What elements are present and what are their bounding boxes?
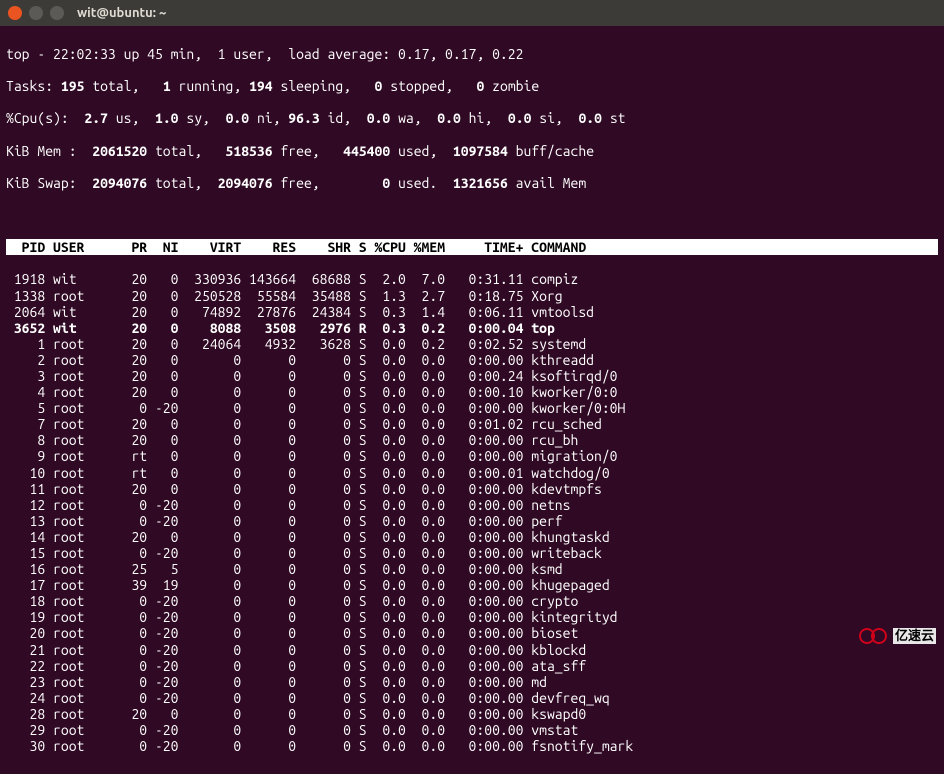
process-row: 10 root rt 0 0 0 0 S 0.0 0.0 0:00.01 wat… xyxy=(6,465,938,481)
process-row: 29 root 0 -20 0 0 0 S 0.0 0.0 0:00.00 vm… xyxy=(6,722,938,738)
process-row: 19 root 0 -20 0 0 0 S 0.0 0.0 0:00.00 ki… xyxy=(6,609,938,625)
process-row: 17 root 39 19 0 0 0 S 0.0 0.0 0:00.00 kh… xyxy=(6,577,938,593)
process-row: 2064 wit 20 0 74892 27876 24384 S 0.3 1.… xyxy=(6,304,938,320)
process-row: 16 root 25 5 0 0 0 S 0.0 0.0 0:00.00 ksm… xyxy=(6,561,938,577)
minimize-icon[interactable] xyxy=(29,6,43,20)
top-summary-swap: KiB Swap: 2094076 total, 2094076 free, 0… xyxy=(6,175,938,191)
process-row: 21 root 0 -20 0 0 0 S 0.0 0.0 0:00.00 kb… xyxy=(6,642,938,658)
top-summary-tasks: Tasks: 195 total, 1 running, 194 sleepin… xyxy=(6,78,938,94)
process-row: 8 root 20 0 0 0 0 S 0.0 0.0 0:00.00 rcu_… xyxy=(6,432,938,448)
blank-line xyxy=(6,207,938,223)
process-row: 2 root 20 0 0 0 0 S 0.0 0.0 0:00.00 kthr… xyxy=(6,352,938,368)
process-row: 24 root 0 -20 0 0 0 S 0.0 0.0 0:00.00 de… xyxy=(6,690,938,706)
process-row: 1 root 20 0 24064 4932 3628 S 0.0 0.2 0:… xyxy=(6,336,938,352)
process-table-header: PID USER PR NI VIRT RES SHR S %CPU %MEM … xyxy=(6,239,938,255)
process-list: 1918 wit 20 0 330936 143664 68688 S 2.0 … xyxy=(6,271,938,754)
process-row: 12 root 0 -20 0 0 0 S 0.0 0.0 0:00.00 ne… xyxy=(6,497,938,513)
process-row: 14 root 20 0 0 0 0 S 0.0 0.0 0:00.00 khu… xyxy=(6,529,938,545)
process-row: 4 root 20 0 0 0 0 S 0.0 0.0 0:00.10 kwor… xyxy=(6,384,938,400)
process-row: 1338 root 20 0 250528 55584 35488 S 1.3 … xyxy=(6,288,938,304)
process-row: 1918 wit 20 0 330936 143664 68688 S 2.0 … xyxy=(6,271,938,287)
window-title-bar: wit@ubuntu: ~ xyxy=(0,0,944,26)
top-summary-mem: KiB Mem : 2061520 total, 518536 free, 44… xyxy=(6,143,938,159)
watermark-text: 亿速云 xyxy=(893,628,936,645)
close-icon[interactable] xyxy=(8,6,22,20)
process-row: 15 root 0 -20 0 0 0 S 0.0 0.0 0:00.00 wr… xyxy=(6,545,938,561)
maximize-icon[interactable] xyxy=(50,6,64,20)
top-summary-uptime: top - 22:02:33 up 45 min, 1 user, load a… xyxy=(6,46,938,62)
top-summary-cpu: %Cpu(s): 2.7 us, 1.0 sy, 0.0 ni, 96.3 id… xyxy=(6,110,938,126)
process-row: 9 root rt 0 0 0 0 S 0.0 0.0 0:00.00 migr… xyxy=(6,448,938,464)
watermark-logo-icon xyxy=(859,626,889,646)
process-row: 5 root 0 -20 0 0 0 S 0.0 0.0 0:00.00 kwo… xyxy=(6,400,938,416)
process-row: 13 root 0 -20 0 0 0 S 0.0 0.0 0:00.00 pe… xyxy=(6,513,938,529)
watermark: 亿速云 xyxy=(859,626,936,646)
process-row: 3652 wit 20 0 8088 3508 2976 R 0.3 0.2 0… xyxy=(6,320,938,336)
process-row: 28 root 20 0 0 0 0 S 0.0 0.0 0:00.00 ksw… xyxy=(6,706,938,722)
process-row: 22 root 0 -20 0 0 0 S 0.0 0.0 0:00.00 at… xyxy=(6,658,938,674)
process-row: 7 root 20 0 0 0 0 S 0.0 0.0 0:01.02 rcu_… xyxy=(6,416,938,432)
terminal-output[interactable]: top - 22:02:33 up 45 min, 1 user, load a… xyxy=(0,26,944,774)
process-row: 23 root 0 -20 0 0 0 S 0.0 0.0 0:00.00 md xyxy=(6,674,938,690)
process-row: 18 root 0 -20 0 0 0 S 0.0 0.0 0:00.00 cr… xyxy=(6,593,938,609)
process-row: 11 root 20 0 0 0 0 S 0.0 0.0 0:00.00 kde… xyxy=(6,481,938,497)
process-row: 3 root 20 0 0 0 0 S 0.0 0.0 0:00.24 ksof… xyxy=(6,368,938,384)
process-row: 30 root 0 -20 0 0 0 S 0.0 0.0 0:00.00 fs… xyxy=(6,738,938,754)
process-row: 20 root 0 -20 0 0 0 S 0.0 0.0 0:00.00 bi… xyxy=(6,625,938,641)
window-title: wit@ubuntu: ~ xyxy=(77,6,166,21)
